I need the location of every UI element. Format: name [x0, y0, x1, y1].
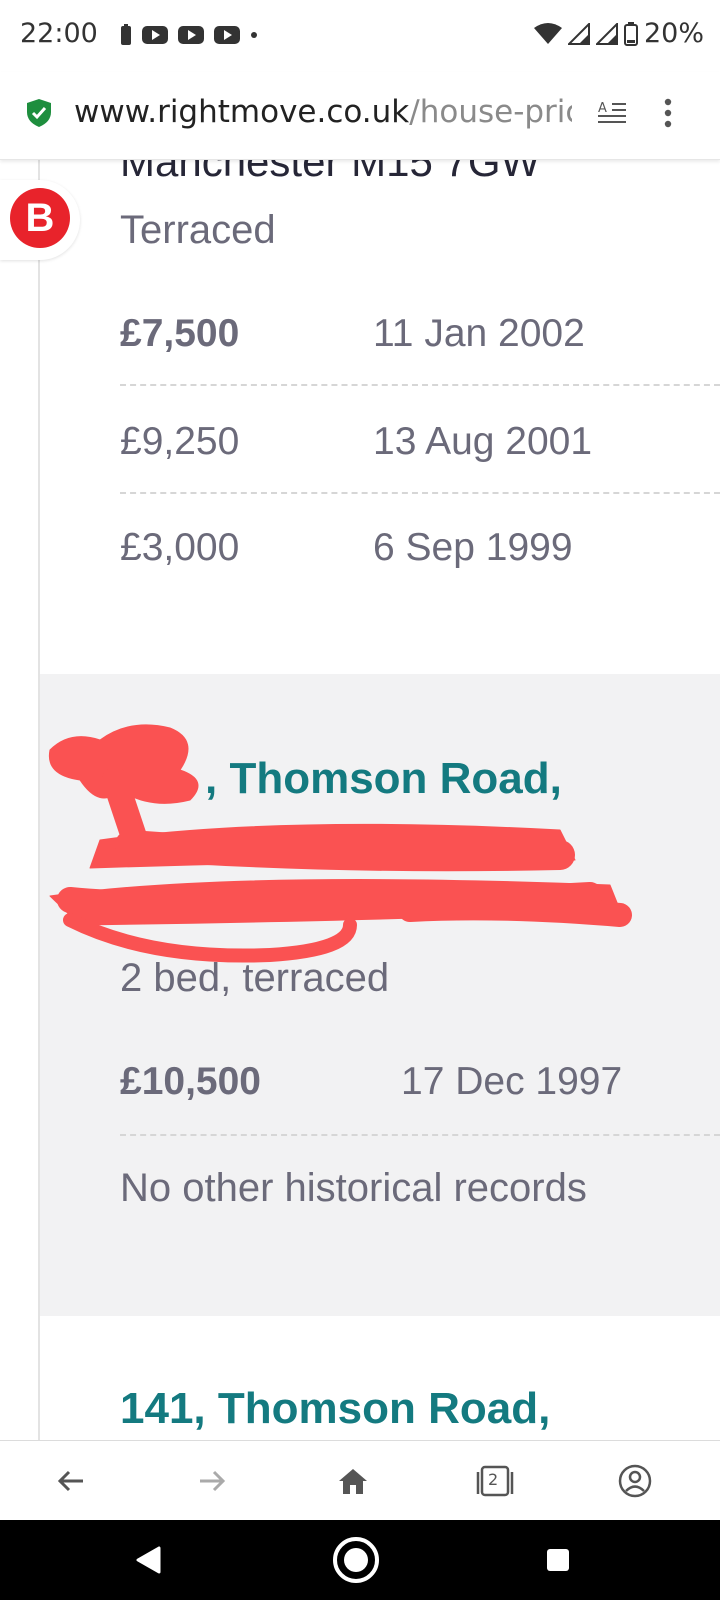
- status-bar: 22:00 20%: [0, 0, 720, 72]
- home-button[interactable]: [331, 1459, 375, 1503]
- sale-date: 13 Aug 2001: [373, 420, 593, 463]
- reader-mode-icon[interactable]: A: [598, 100, 628, 126]
- nav-recents-button[interactable]: [538, 1540, 578, 1580]
- url-domain: www.rightmove.co.uk: [74, 94, 410, 130]
- account-button[interactable]: [613, 1459, 657, 1503]
- sale-date: 17 Dec 1997: [401, 1060, 623, 1103]
- divider: [120, 384, 720, 386]
- status-time: 22:00: [20, 18, 98, 49]
- sale-price: £7,500: [120, 312, 240, 355]
- battery-percent: 20%: [643, 18, 704, 49]
- wifi-icon: [533, 22, 562, 44]
- sale-price: £3,000: [120, 526, 240, 569]
- triangle-back-icon: [136, 1546, 161, 1574]
- tabs-button[interactable]: 2: [472, 1459, 516, 1503]
- circle-home-icon: [333, 1537, 379, 1583]
- divider: [120, 1134, 720, 1136]
- url-bar[interactable]: www.rightmove.co.uk/house-prices A: [0, 72, 720, 160]
- property-address-cut[interactable]: Manchester M15 7GW: [120, 160, 540, 186]
- battery-icon: [623, 21, 638, 46]
- battery-saver-icon: [121, 24, 131, 45]
- nav-home-button[interactable]: [330, 1534, 382, 1586]
- nav-back-button[interactable]: [128, 1540, 168, 1580]
- forward-button[interactable]: [190, 1459, 234, 1503]
- dot-icon: [251, 32, 257, 38]
- system-icons: 20%: [533, 18, 704, 49]
- back-button[interactable]: [49, 1459, 93, 1503]
- square-recents-icon: [547, 1549, 569, 1571]
- arrow-forward-icon: [200, 1470, 226, 1492]
- signal-icon: [567, 22, 590, 45]
- sale-date: 11 Jan 2002: [373, 312, 585, 355]
- divider: [120, 492, 720, 494]
- more-vert-icon[interactable]: [664, 98, 672, 128]
- account-icon: [618, 1464, 652, 1498]
- browser-toolbar: 2: [0, 1440, 720, 1520]
- sale-price: £10,500: [120, 1060, 261, 1103]
- android-nav-bar: [0, 1520, 720, 1600]
- sale-date: 6 Sep 1999: [373, 526, 573, 569]
- url-text[interactable]: www.rightmove.co.uk/house-prices: [74, 94, 572, 130]
- youtube-icon: [178, 26, 204, 44]
- youtube-icon: [142, 26, 168, 44]
- no-records-text: No other historical records: [120, 1166, 587, 1210]
- arrow-back-icon: [57, 1470, 83, 1492]
- property-type: Terraced: [120, 208, 276, 252]
- notification-icons: [120, 24, 258, 46]
- home-icon: [339, 1469, 367, 1494]
- page-content[interactable]: Manchester M15 7GW B Terraced £7,500 11 …: [0, 160, 720, 1440]
- b-badge[interactable]: B: [10, 188, 70, 248]
- svg-text:A: A: [598, 101, 607, 116]
- url-path: /house-prices: [409, 94, 572, 130]
- youtube-icon: [214, 26, 240, 44]
- property-type: 2 bed, terraced: [120, 956, 390, 1000]
- sale-price: £9,250: [120, 420, 240, 463]
- property-address-link[interactable]: 141, Thomson Road,: [120, 1384, 550, 1434]
- tab-count: 2: [488, 1470, 499, 1489]
- signal-icon: [595, 22, 618, 45]
- secure-shield-icon[interactable]: [26, 98, 52, 128]
- redaction-scribble: [48, 724, 632, 963]
